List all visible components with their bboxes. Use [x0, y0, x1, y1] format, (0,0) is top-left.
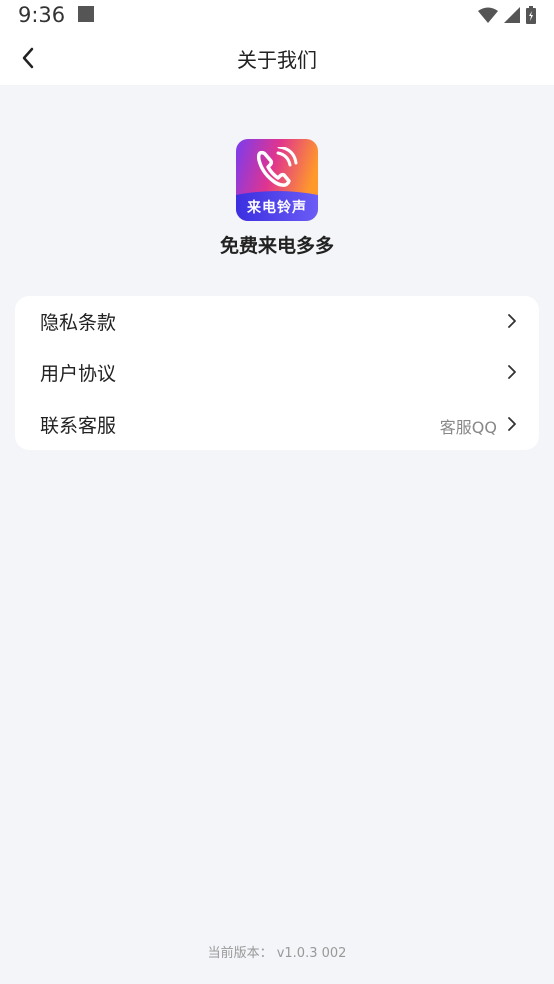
status-bar: 9:36: [0, 0, 554, 32]
menu-item-agreement[interactable]: 用户协议: [15, 347, 539, 398]
status-icons: [478, 6, 536, 24]
header: 关于我们: [0, 32, 554, 85]
chevron-right-icon: [508, 365, 516, 380]
logo-caption: 来电铃声: [247, 200, 307, 216]
menu-item-label: 联系客服: [40, 414, 117, 437]
app-logo: 来电铃声: [236, 139, 318, 221]
wifi-icon: [478, 7, 498, 23]
app-name: 免费来电多多: [219, 235, 334, 257]
version-text: 当前版本： v1.0.3 002: [207, 946, 347, 961]
chevron-right-icon: [508, 314, 516, 328]
menu-item-value: 客服QQ: [439, 417, 497, 437]
notification-icon: [78, 6, 94, 22]
menu-item-privacy[interactable]: 隐私条款: [15, 296, 539, 347]
menu-item-label: 隐私条款: [40, 312, 117, 334]
phone-icon: [256, 147, 298, 187]
signal-icon: [504, 7, 520, 23]
battery-icon: [526, 6, 536, 24]
status-time: 9:36: [18, 3, 66, 27]
menu-card: 隐私条款 用户协议 联系客服 客服QQ: [15, 296, 539, 450]
page-title: 关于我们: [237, 48, 317, 72]
menu-item-contact[interactable]: 联系客服 客服QQ: [15, 399, 539, 450]
chevron-right-icon: [508, 416, 516, 431]
menu-item-label: 用户协议: [40, 363, 117, 386]
